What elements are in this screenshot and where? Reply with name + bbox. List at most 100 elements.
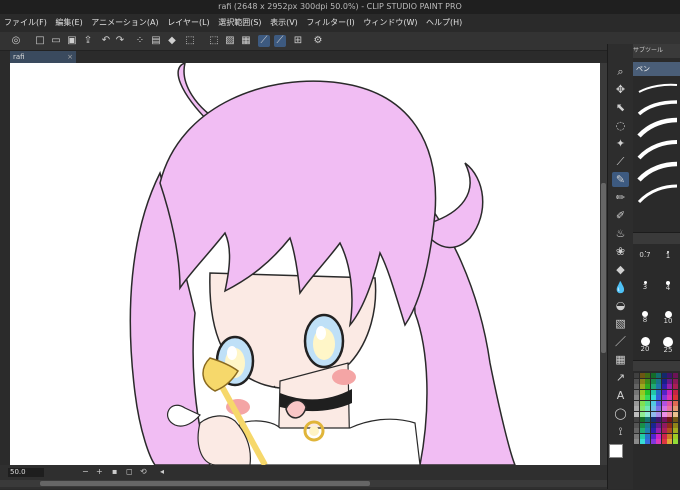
color-swatch[interactable]	[667, 411, 672, 417]
horizontal-scroll-thumb[interactable]	[40, 481, 370, 486]
undo-icon[interactable]: ↶	[100, 35, 112, 47]
color-swatch[interactable]	[667, 389, 672, 395]
frame-icon[interactable]: ▦	[612, 352, 629, 367]
pen-icon[interactable]: ✎	[612, 172, 629, 187]
size-option[interactable]: 25	[657, 337, 679, 354]
document-tab-rafi[interactable]: rafi ×	[10, 51, 76, 63]
operation-icon[interactable]: ⬉	[612, 100, 629, 115]
menu-selection[interactable]: 選択範囲(S)	[218, 18, 261, 27]
color-swatch[interactable]	[634, 395, 639, 400]
color-swatch[interactable]	[650, 378, 656, 384]
fill-selection-icon[interactable]: ◆	[166, 35, 178, 47]
zoom-in-button[interactable]: +	[96, 467, 103, 477]
color-swatch[interactable]	[645, 411, 650, 417]
color-swatch[interactable]	[634, 433, 639, 439]
open-file-icon[interactable]: ▭	[50, 35, 62, 47]
color-swatch[interactable]	[639, 428, 645, 433]
color-swatch[interactable]	[661, 400, 667, 406]
brush-icon[interactable]: ✐	[612, 208, 629, 223]
upload-icon[interactable]: ⇪	[82, 35, 94, 47]
color-swatch[interactable]	[661, 433, 667, 439]
actual-size-icon[interactable]: ◻	[126, 467, 133, 477]
eyedropper-icon[interactable]: ⟋	[612, 154, 629, 169]
size-option[interactable]: 4	[657, 281, 679, 297]
balloon-icon[interactable]: ◯	[612, 406, 629, 421]
color-swatch[interactable]	[661, 395, 667, 400]
color-swatch[interactable]	[650, 389, 656, 395]
color-swatch[interactable]	[650, 395, 656, 400]
settings-icon[interactable]: ⚙	[312, 35, 324, 47]
deselect-icon[interactable]: ⬚	[208, 35, 220, 47]
color-swatch[interactable]	[661, 428, 667, 433]
color-swatch[interactable]	[650, 400, 656, 406]
color-swatch[interactable]	[645, 400, 650, 406]
color-swatch[interactable]	[639, 373, 645, 378]
color-swatch[interactable]	[650, 417, 656, 422]
color-swatch[interactable]	[672, 422, 678, 428]
color-swatch[interactable]	[672, 389, 678, 395]
color-swatch[interactable]	[650, 439, 656, 444]
horizontal-scrollbar[interactable]	[0, 480, 607, 487]
color-swatch[interactable]	[656, 389, 661, 395]
color-swatch[interactable]	[656, 428, 661, 433]
color-swatch[interactable]	[667, 417, 672, 422]
color-swatch[interactable]	[634, 428, 639, 433]
color-swatch[interactable]	[672, 400, 678, 406]
menu-filter[interactable]: フィルター(I)	[306, 18, 354, 27]
color-swatch[interactable]	[656, 373, 661, 378]
color-swatch[interactable]	[645, 378, 650, 384]
transform-icon[interactable]: ⬚	[184, 35, 196, 47]
color-swatch[interactable]	[634, 378, 639, 384]
color-swatch[interactable]	[672, 417, 678, 422]
subtool-tab-pen[interactable]: ペン	[633, 62, 680, 76]
color-swatch[interactable]	[645, 417, 650, 422]
color-swatch[interactable]	[667, 406, 672, 411]
lasso-icon[interactable]: ◌	[612, 118, 629, 133]
color-swatch[interactable]	[661, 439, 667, 444]
color-swatch[interactable]	[645, 406, 650, 411]
color-swatch[interactable]	[661, 389, 667, 395]
ruler-icon[interactable]: ↗	[612, 370, 629, 385]
size-option[interactable]: 0.7	[634, 251, 656, 267]
show-selection-icon[interactable]: ▦	[240, 35, 252, 47]
color-swatch[interactable]	[639, 395, 645, 400]
zoom-out-button[interactable]: −	[82, 467, 89, 477]
color-swatch[interactable]	[639, 389, 645, 395]
vertical-scrollbar[interactable]	[600, 63, 607, 465]
menu-layer[interactable]: レイヤー(L)	[167, 18, 209, 27]
magnifier-icon[interactable]: ⌕	[612, 64, 629, 79]
color-swatch[interactable]	[650, 373, 656, 378]
main-color-chip[interactable]	[609, 444, 623, 458]
color-swatch[interactable]	[650, 428, 656, 433]
clear-icon[interactable]: ⁘	[134, 35, 146, 47]
color-swatch[interactable]	[661, 411, 667, 417]
color-swatch[interactable]	[650, 422, 656, 428]
size-option[interactable]: 20	[634, 337, 656, 353]
figure-icon[interactable]: ／	[612, 334, 629, 349]
fit-icon[interactable]: ▪	[112, 467, 117, 477]
color-swatch[interactable]	[639, 400, 645, 406]
color-swatch[interactable]	[650, 384, 656, 389]
move-icon[interactable]: ✥	[612, 82, 629, 97]
color-swatch[interactable]	[672, 439, 678, 444]
color-swatch[interactable]	[656, 395, 661, 400]
color-swatch[interactable]	[672, 373, 678, 378]
color-swatch[interactable]	[645, 422, 650, 428]
color-swatch[interactable]	[650, 411, 656, 417]
menu-view[interactable]: 表示(V)	[270, 18, 298, 27]
snap-grid-icon[interactable]: ⊞	[292, 35, 304, 47]
color-swatch[interactable]	[672, 384, 678, 389]
vertical-scroll-thumb[interactable]	[601, 183, 606, 353]
color-swatch[interactable]	[639, 378, 645, 384]
color-swatch[interactable]	[656, 439, 661, 444]
color-swatch[interactable]	[661, 373, 667, 378]
color-swatch[interactable]	[656, 406, 661, 411]
line-fix-icon[interactable]: ⟟	[612, 424, 629, 439]
clear-outside-icon[interactable]: ▤	[150, 35, 162, 47]
color-swatch[interactable]	[645, 439, 650, 444]
color-swatch[interactable]	[672, 433, 678, 439]
color-swatch[interactable]	[667, 373, 672, 378]
color-swatch[interactable]	[661, 384, 667, 389]
color-swatch[interactable]	[639, 433, 645, 439]
gradient-icon[interactable]: ▧	[612, 316, 629, 331]
